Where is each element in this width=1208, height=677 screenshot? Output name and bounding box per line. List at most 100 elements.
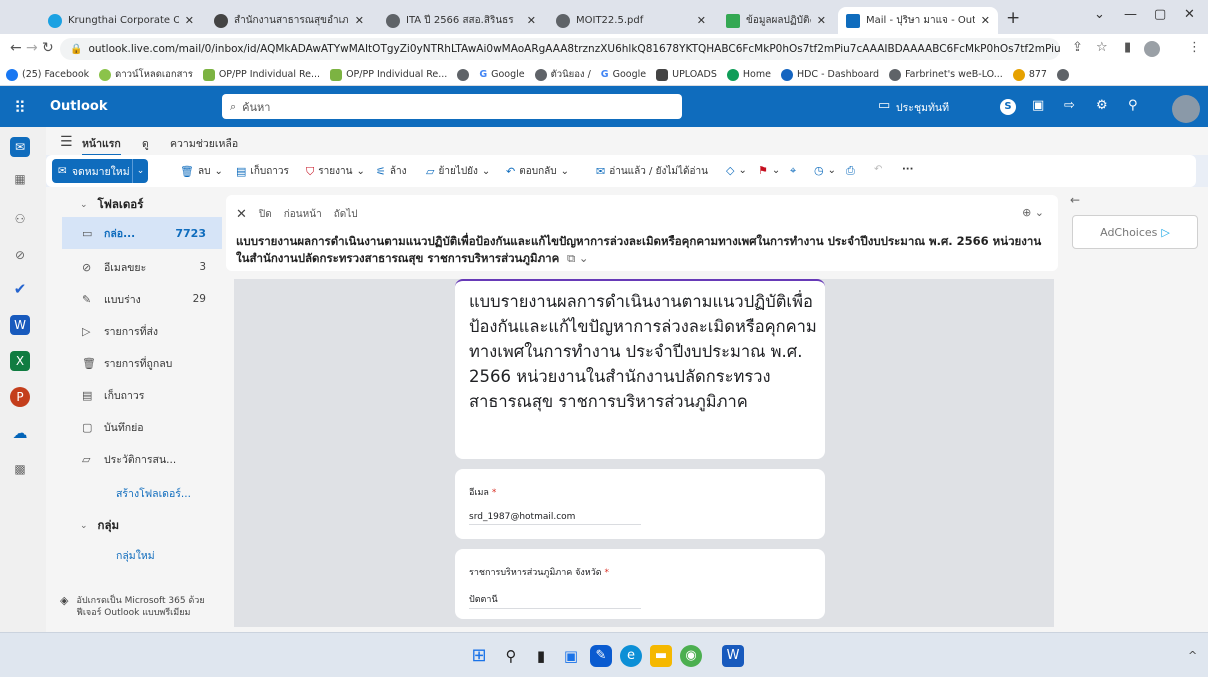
tab-home[interactable]: หน้าแรก bbox=[82, 135, 121, 156]
close-icon[interactable]: ✕ bbox=[817, 14, 826, 27]
word-icon[interactable]: W bbox=[10, 315, 30, 335]
bookmark-item[interactable]: ตัวนิยอง / bbox=[534, 67, 591, 82]
bookmark-item[interactable]: UPLOADS bbox=[656, 68, 717, 81]
snooze-button[interactable]: ◷ ⌄ bbox=[814, 164, 836, 177]
tab-help[interactable]: ความช่วยเหลือ bbox=[170, 135, 238, 152]
reload-icon[interactable]: ↻ bbox=[42, 40, 54, 56]
new-mail-button[interactable]: ✉ จดหมายใหม่ bbox=[52, 159, 132, 183]
folder-junk[interactable]: ⊘ อีเมลขยะ 3 bbox=[62, 251, 222, 283]
minimize-button[interactable]: — bbox=[1124, 7, 1137, 22]
pin-button[interactable]: ⌖ bbox=[790, 164, 796, 178]
bookmark-item[interactable]: 877 bbox=[1012, 68, 1047, 81]
flag-button[interactable]: ⚑ ⌄ bbox=[758, 164, 780, 177]
maximize-button[interactable]: ▢ bbox=[1154, 7, 1166, 22]
close-icon[interactable]: ✕ bbox=[697, 14, 706, 27]
folder-drafts[interactable]: ✎ แบบร่าง 29 bbox=[62, 283, 222, 315]
hamburger-menu-icon[interactable]: ☰ bbox=[60, 134, 73, 150]
bookmark-item[interactable]: Farbrinet's weB-LO... bbox=[889, 68, 1003, 81]
office-icon[interactable]: ▣ bbox=[1032, 98, 1044, 113]
windows-start-icon[interactable]: ⊞ bbox=[468, 645, 490, 667]
sweep-button[interactable]: ⚟ ล้าง bbox=[376, 164, 407, 179]
settings-gear-icon[interactable]: ⚙ bbox=[1096, 98, 1108, 113]
outlook-brand[interactable]: Outlook bbox=[50, 99, 107, 114]
new-mail-dropdown[interactable]: ⌄ bbox=[132, 159, 148, 183]
menu-kebab-icon[interactable]: ⋮ bbox=[1188, 40, 1201, 55]
excel-icon[interactable]: X bbox=[10, 351, 30, 371]
bookmark-item[interactable]: G Google bbox=[479, 69, 524, 80]
calendar-icon[interactable]: ▦ bbox=[10, 169, 30, 189]
folder-inbox[interactable]: ▭ กล่อ... 7723 bbox=[62, 217, 222, 249]
read-unread-button[interactable]: ✉ อ่านแล้ว / ยังไม่ได้อ่าน bbox=[596, 164, 708, 179]
close-icon[interactable]: ✕ bbox=[981, 14, 990, 27]
bookmark-item[interactable]: Home bbox=[726, 68, 771, 81]
previous-button[interactable]: ก่อนหน้า bbox=[284, 207, 322, 222]
app-launcher-icon[interactable]: ⠿ bbox=[14, 98, 26, 117]
user-avatar[interactable] bbox=[1172, 95, 1200, 123]
browser-tab-active[interactable]: Mail - ปุริษา มาแจ - Outloo ✕ bbox=[838, 7, 998, 34]
tips-icon[interactable]: ⚲ bbox=[1128, 98, 1138, 113]
search-input[interactable]: ⌕ ค้นหา bbox=[222, 94, 682, 119]
powerpoint-icon[interactable]: P bbox=[10, 387, 30, 407]
bookmark-item[interactable] bbox=[1056, 68, 1069, 81]
profile-avatar[interactable] bbox=[1144, 41, 1160, 57]
attachment-icon[interactable]: ⊘ bbox=[10, 245, 30, 265]
archive-button[interactable]: ▤ เก็บถาวร bbox=[236, 164, 289, 179]
bookmark-star-icon[interactable]: ☆ bbox=[1096, 40, 1108, 55]
close-button[interactable]: ปิด bbox=[259, 207, 272, 222]
folder-sent[interactable]: ▷ รายการที่ส่ง bbox=[62, 315, 222, 347]
folders-header[interactable]: ⌄ โฟลเดอร์ bbox=[80, 196, 143, 214]
bookmark-item[interactable]: (25) Facebook bbox=[6, 68, 89, 81]
browser-tab[interactable]: สำนักงานสาธารณสุขอำเภอกะ ✕ bbox=[206, 7, 372, 34]
todo-icon[interactable]: ✔ bbox=[10, 279, 30, 299]
meet-now-icon[interactable]: ▭ bbox=[878, 98, 890, 113]
tag-button[interactable]: ◇ ⌄ bbox=[726, 164, 747, 177]
window-close-button[interactable]: ✕ bbox=[1184, 7, 1195, 22]
reply-button[interactable]: ↶ ตอบกลับ ⌄ bbox=[506, 164, 569, 179]
widgets-icon[interactable]: ▣ bbox=[560, 645, 582, 667]
onedrive-icon[interactable]: ☁ bbox=[10, 423, 30, 443]
close-icon[interactable]: ✕ bbox=[355, 14, 364, 27]
tab-search-icon[interactable]: ⌄ bbox=[1094, 7, 1105, 22]
share-icon[interactable]: ⇪ bbox=[1072, 40, 1083, 55]
my-day-icon[interactable]: ⇨ bbox=[1064, 98, 1075, 113]
close-icon[interactable]: ✕ bbox=[236, 207, 247, 222]
side-panel-icon[interactable]: ▮ bbox=[1124, 40, 1131, 55]
more-options-button[interactable]: ··· bbox=[902, 164, 913, 175]
zoom-icon[interactable]: ⊕ ⌄ bbox=[1022, 206, 1044, 219]
summary-icon[interactable]: ⧉ ⌄ bbox=[563, 251, 589, 265]
print-button[interactable]: ⎙ bbox=[846, 164, 855, 178]
browser-tab[interactable]: MOIT22.5.pdf ✕ bbox=[548, 7, 714, 34]
more-apps-icon[interactable]: ▩ bbox=[10, 459, 30, 479]
word-icon[interactable]: W bbox=[722, 645, 744, 667]
chrome-icon[interactable]: ◉ bbox=[680, 645, 702, 667]
tab-view[interactable]: ดู bbox=[142, 135, 149, 152]
collapse-ad-icon[interactable]: ← bbox=[1070, 193, 1080, 207]
address-bar[interactable]: 🔒 outlook.live.com/mail/0/inbox/id/AQMkA… bbox=[60, 38, 1060, 60]
forward-icon[interactable]: → bbox=[26, 40, 38, 56]
bookmark-item[interactable]: ดาวน์โหลดเอกสาร bbox=[99, 67, 193, 82]
mail-icon[interactable]: ✉ bbox=[10, 137, 30, 157]
skype-icon[interactable]: S bbox=[1000, 99, 1016, 115]
chevron-up-icon[interactable]: ^ bbox=[1188, 649, 1197, 662]
groups-header[interactable]: ⌄ กลุ่ม bbox=[80, 517, 119, 535]
bookmark-item[interactable]: OP/PP Individual Re... bbox=[202, 68, 320, 81]
file-explorer-icon[interactable]: ▬ bbox=[650, 645, 672, 667]
delete-button[interactable]: 🗑 ลบ ⌄ bbox=[180, 164, 223, 179]
move-to-button[interactable]: ▱ ย้ายไปยัง ⌄ bbox=[426, 164, 490, 179]
bookmark-item[interactable] bbox=[457, 68, 470, 81]
upgrade-promo[interactable]: ◈ อัปเกรดเป็น Microsoft 365 ด้วย ฟีเจอร์… bbox=[60, 595, 210, 619]
task-view-icon[interactable]: ▮ bbox=[530, 645, 552, 667]
search-icon[interactable]: ⚲ bbox=[500, 645, 522, 667]
folder-history[interactable]: ▱ ประวัติการสน... bbox=[62, 443, 222, 475]
browser-tab[interactable]: ITA ปี 2566 สสอ.สิรินธร ✕ bbox=[378, 7, 544, 34]
new-tab-button[interactable]: + bbox=[1006, 8, 1020, 28]
edge-icon[interactable]: e bbox=[620, 645, 642, 667]
bookmark-item[interactable]: OP/PP Individual Re... bbox=[330, 68, 447, 81]
folder-archive[interactable]: ▤ เก็บถาวร bbox=[62, 379, 222, 411]
close-icon[interactable]: ✕ bbox=[185, 14, 194, 27]
meet-now-button[interactable]: ประชุมทันที bbox=[896, 99, 949, 116]
browser-tab[interactable]: ข้อมูลผลปฏิบัติงานบุคลากร ✕ bbox=[718, 7, 834, 34]
browser-tab[interactable]: Krungthai Corporate Onlin ✕ bbox=[40, 7, 202, 34]
chat-icon[interactable]: ✎ bbox=[590, 645, 612, 667]
back-icon[interactable]: ← bbox=[10, 40, 22, 56]
